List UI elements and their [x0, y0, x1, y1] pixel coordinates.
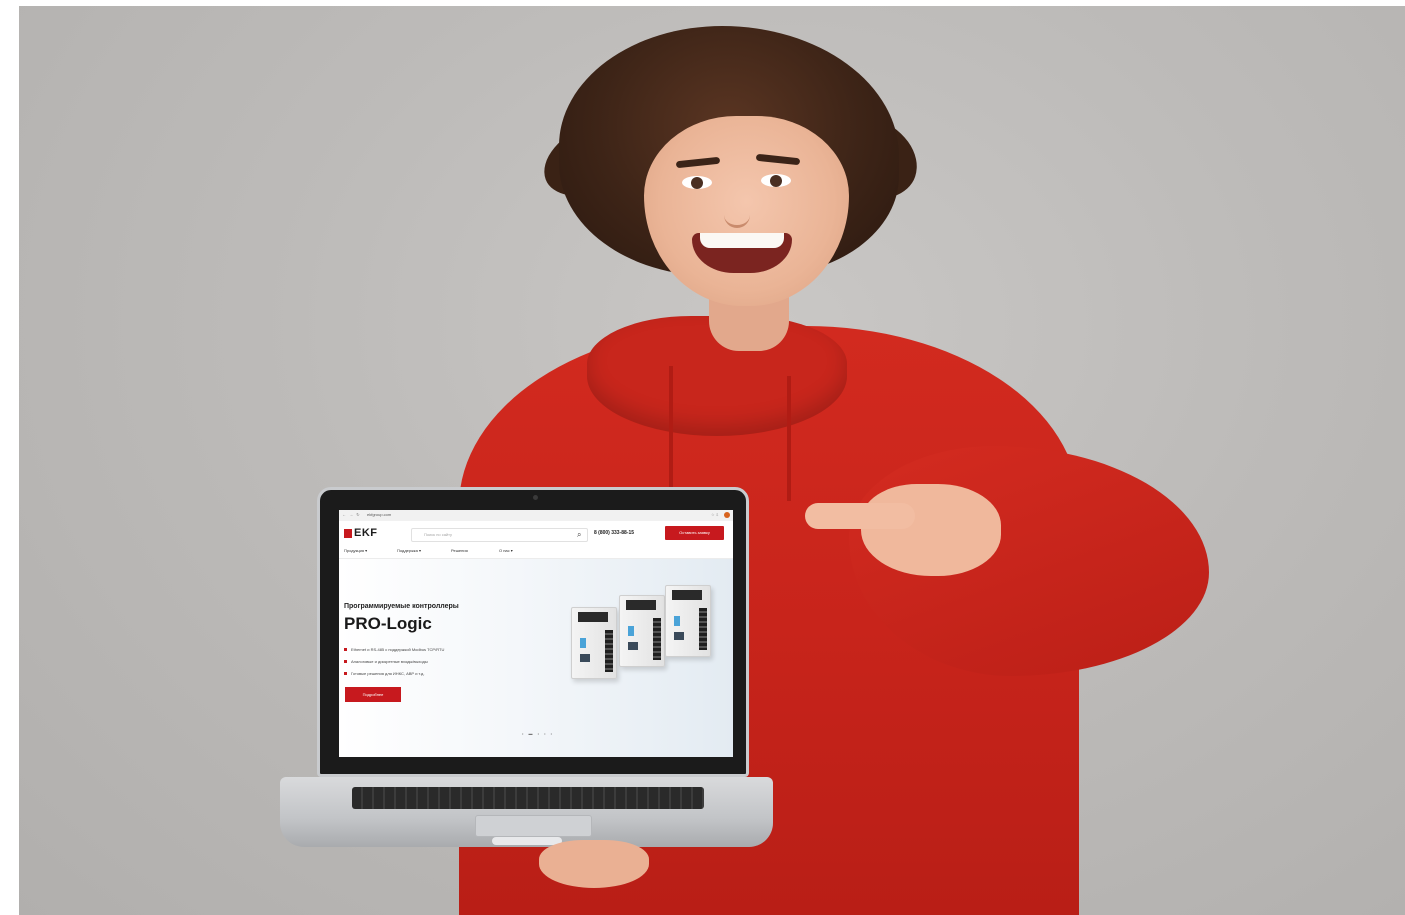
hero-bullet: Готовые решения для ИНКС, АВР и т.д.: [344, 671, 425, 676]
laptop-trackpad: [475, 815, 592, 837]
nose: [724, 191, 750, 228]
eye-right: [761, 174, 791, 187]
site-logo[interactable]: EKF: [354, 527, 378, 539]
hero-title: PRO-Logic: [344, 614, 432, 633]
nav-item-support[interactable]: Поддержка ▾: [397, 548, 421, 553]
plc-led: [628, 626, 634, 636]
webcam-icon: [533, 495, 538, 500]
laptop-base: [280, 777, 773, 847]
ethernet-port: [674, 632, 684, 640]
nav-item-solutions[interactable]: Решения: [451, 548, 468, 553]
phone-number[interactable]: 8 (800) 333-88-15: [594, 530, 634, 536]
holding-hand: [539, 840, 649, 888]
eye-left: [682, 176, 712, 189]
pointing-finger: [805, 503, 915, 529]
logo-icon[interactable]: [344, 529, 352, 538]
hero-bullet: Ethernet и RS-485 с поддержкой Modbus TC…: [344, 647, 444, 652]
search-input[interactable]: Поиск по сайту ⌕: [411, 528, 588, 542]
plc-controller-image: [619, 595, 665, 667]
nav-item-about[interactable]: О нас ▾: [499, 548, 513, 553]
browser-action-icons[interactable]: ☆ ⇩: [711, 512, 719, 517]
plc-controller-image: [571, 607, 617, 679]
browser-nav-icons[interactable]: ← → ↻: [342, 512, 361, 517]
search-placeholder: Поиск по сайту: [424, 532, 453, 537]
photo-background: ← → ↻ ekfgroup.com ☆ ⇩ EKF Поиск по сайт…: [19, 6, 1405, 915]
laptop-notch: [492, 837, 562, 845]
laptop-keyboard: [352, 787, 704, 809]
hero-banner: Программируемые контроллеры PRO-Logic Et…: [339, 559, 733, 757]
profile-avatar-icon[interactable]: [724, 512, 730, 518]
search-icon[interactable]: ⌕: [577, 530, 581, 539]
slider-dots[interactable]: • ▬ • • •: [522, 731, 554, 736]
nav-item-products[interactable]: Продукция ▾: [344, 548, 367, 553]
hero-subtitle: Программируемые контроллеры: [344, 603, 459, 610]
callback-button[interactable]: Оставить заявку: [665, 526, 724, 540]
address-bar[interactable]: ekfgroup.com: [367, 512, 391, 517]
site-header: EKF Поиск по сайту ⌕ 8 (800) 333-88-15 О…: [339, 521, 733, 547]
plc-controller-image: [665, 585, 711, 657]
pointing-hand: [861, 484, 1001, 576]
hero-bullet: Аналоговые и дискретные входы/выходы: [344, 659, 428, 664]
main-nav: Продукция ▾ Поддержка ▾ Решения О нас ▾: [339, 547, 733, 559]
plc-led: [674, 616, 680, 626]
ethernet-port: [580, 654, 590, 662]
plc-led: [580, 638, 586, 648]
hoodie-drawstring-right: [787, 376, 791, 501]
laptop-lid: ← → ↻ ekfgroup.com ☆ ⇩ EKF Поиск по сайт…: [317, 487, 749, 777]
details-button[interactable]: Подробнее: [345, 687, 401, 702]
laptop-screen: ← → ↻ ekfgroup.com ☆ ⇩ EKF Поиск по сайт…: [339, 510, 733, 757]
ethernet-port: [628, 642, 638, 650]
